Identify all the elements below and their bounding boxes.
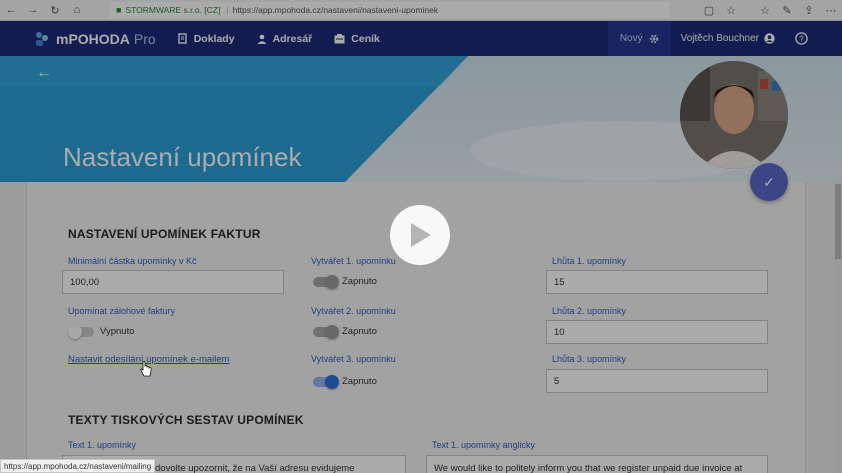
play-button[interactable] xyxy=(390,205,450,265)
play-icon xyxy=(411,223,431,247)
browser-status-url: https://app.mpohoda.cz/nastaveni/mailing xyxy=(0,459,156,473)
hand-cursor-icon xyxy=(140,361,152,377)
